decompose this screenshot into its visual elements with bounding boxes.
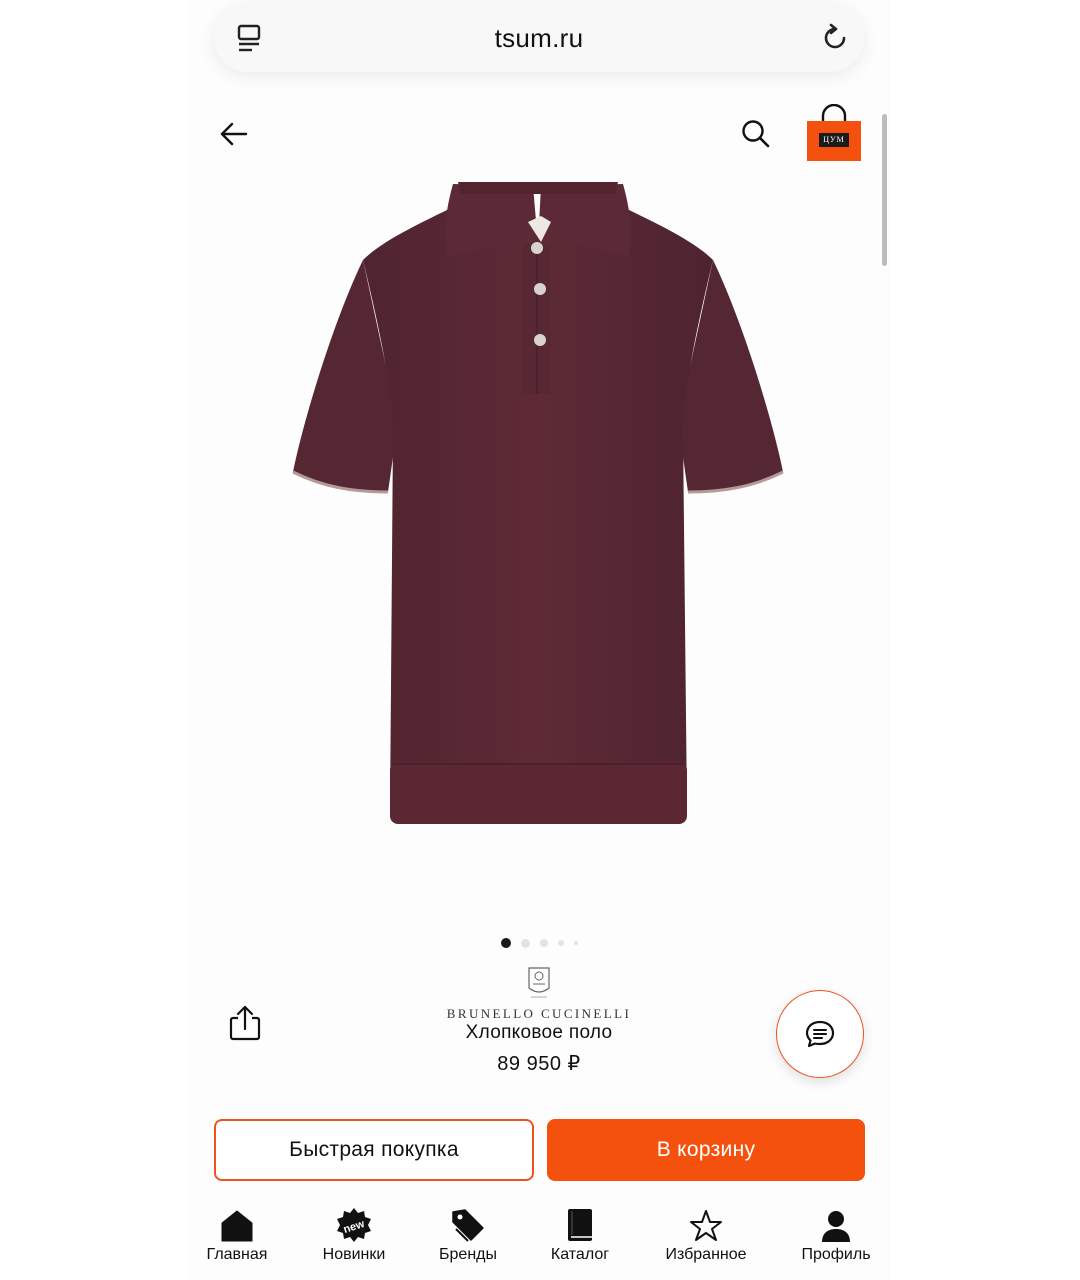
address-bar[interactable]: tsum.ru	[214, 4, 864, 72]
reload-icon[interactable]	[820, 23, 850, 53]
reader-mode-icon[interactable]	[236, 24, 264, 54]
url-text[interactable]: tsum.ru	[495, 23, 584, 54]
tab-profile[interactable]: Профиль	[796, 1205, 876, 1264]
tab-catalog[interactable]: Каталог	[540, 1205, 620, 1264]
brand-logo-icon	[528, 967, 550, 998]
add-to-cart-button[interactable]: В корзину	[547, 1119, 865, 1181]
tab-label: Главная	[206, 1246, 268, 1263]
gallery-dot[interactable]	[520, 938, 530, 948]
tab-label: Профиль	[801, 1246, 871, 1263]
tab-label: Каталог	[550, 1246, 610, 1263]
chat-button[interactable]	[776, 990, 864, 1078]
cart-logo-text: ЦУМ	[823, 135, 845, 144]
back-arrow-icon[interactable]	[218, 118, 250, 150]
tab-brands[interactable]: Бренды	[432, 1205, 504, 1264]
chat-bubble-icon	[805, 1020, 835, 1048]
book-icon	[568, 1209, 592, 1241]
user-icon	[822, 1211, 850, 1242]
phone-screen: tsum.ru ЦУМ BRUNELLO CUCINELLI Хлопковое…	[188, 0, 890, 1280]
tab-home[interactable]: Главная	[198, 1205, 276, 1264]
cart-button[interactable]: ЦУМ	[806, 103, 862, 162]
search-icon[interactable]	[740, 118, 772, 150]
home-icon	[221, 1210, 253, 1242]
gallery-dot[interactable]	[557, 940, 564, 946]
tab-label: Новинки	[322, 1246, 386, 1263]
star-icon	[690, 1210, 722, 1241]
tag-icon	[452, 1209, 484, 1242]
quick-buy-button[interactable]: Быстрая покупка	[214, 1119, 534, 1181]
gallery-pagination	[188, 938, 890, 948]
gallery-dot[interactable]	[573, 941, 578, 945]
tab-label: Бренды	[439, 1246, 497, 1263]
product-image[interactable]	[283, 172, 793, 832]
tab-label: Избранное	[665, 1246, 747, 1263]
tab-new-arrivals[interactable]: new Новинки	[314, 1205, 394, 1264]
bottom-tab-bar: Главная new Новинки Бренды Каталог Избра…	[188, 1205, 890, 1275]
gallery-dot-active[interactable]	[500, 938, 511, 948]
tab-favorites[interactable]: Избранное	[656, 1205, 756, 1264]
gallery-dot[interactable]	[539, 939, 548, 947]
scrollbar[interactable]	[882, 114, 887, 266]
